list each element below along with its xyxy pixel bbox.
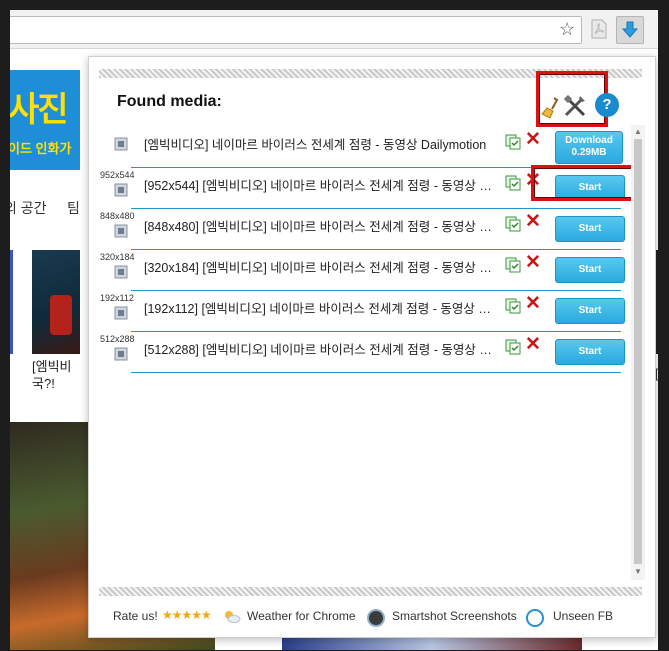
copy-link-icon[interactable]: [505, 216, 521, 232]
rating-stars[interactable]: ★★★★★: [162, 608, 212, 622]
start-button[interactable]: Start: [555, 257, 625, 283]
media-row: 192x112 [192x112] [엠빅비디오] 네이마르 바이러스 전세계 …: [89, 289, 629, 332]
unseen-fb-link[interactable]: Unseen FB: [553, 609, 613, 623]
page-thumbnail-edge: [10, 250, 13, 354]
media-row: 848x480 [848x480] [엠빅비디오] 네이마르 바이러스 전세계 …: [89, 207, 629, 250]
browser-window: ☆ 사진 이드 인화가 의 공간 팀 [엠빅비 국?! [ Found me: [10, 10, 658, 650]
media-name[interactable]: [952x544] [엠빅비디오] 네이마르 바이러스 전세계 점령 - 동영상…: [144, 175, 496, 194]
page-banner[interactable]: 사진 이드 인화가: [10, 70, 80, 170]
popup-scrollbar[interactable]: ▲ ▼: [631, 125, 645, 580]
screenshot-frame: ☆ 사진 이드 인화가 의 공간 팀 [엠빅비 국?! [ Found me: [0, 0, 669, 651]
delete-icon[interactable]: ✕: [525, 293, 541, 315]
pdf-extension-icon[interactable]: [590, 19, 608, 39]
media-resolution-label: 848x480: [100, 211, 135, 221]
popup-bottom-divider: [99, 587, 642, 596]
media-row: 320x184 [320x184] [엠빅비디오] 네이마르 바이러스 전세계 …: [89, 248, 629, 291]
copy-link-icon[interactable]: [505, 134, 521, 150]
delete-icon[interactable]: ✕: [525, 334, 541, 356]
start-button[interactable]: Start: [555, 298, 625, 324]
scroll-up-icon[interactable]: ▲: [634, 127, 642, 136]
broom-icon[interactable]: [541, 97, 561, 119]
page-nav-item-2[interactable]: 팀: [67, 198, 80, 218]
media-row: 952x544 [952x544] [엠빅비디오] 네이마르 바이러스 전세계 …: [89, 165, 639, 209]
media-row: 512x288 [512x288] [엠빅비디오] 네이마르 바이러스 전세계 …: [89, 330, 629, 373]
copy-link-icon[interactable]: [505, 257, 521, 273]
film-icon: [114, 347, 128, 361]
copy-link-icon[interactable]: [505, 298, 521, 314]
copy-link-icon[interactable]: [505, 339, 521, 355]
rate-us-link[interactable]: Rate us!: [113, 609, 158, 623]
bookmark-star-icon[interactable]: ☆: [559, 20, 575, 38]
browser-toolbar: ☆: [10, 10, 658, 49]
delete-icon[interactable]: ✕: [525, 211, 541, 233]
popup-title: Found media:: [117, 93, 222, 110]
help-icon[interactable]: ?: [595, 93, 619, 117]
media-name[interactable]: [848x480] [엠빅비디오] 네이마르 바이러스 전세계 점령 - 동영상…: [144, 216, 496, 235]
delete-icon[interactable]: ✕: [525, 252, 541, 274]
film-icon: [114, 137, 128, 151]
media-popup: Found media: ? [엠빅비디오] 네이마르 바이러스 전세계 점령 …: [88, 56, 656, 638]
video-thumbnail[interactable]: [32, 250, 80, 354]
media-name[interactable]: [512x288] [엠빅비디오] 네이마르 바이러스 전세계 점령 - 동영상…: [144, 339, 496, 358]
copy-link-icon[interactable]: [505, 175, 521, 191]
start-button[interactable]: Start: [555, 339, 625, 365]
film-icon: [114, 224, 128, 238]
media-resolution-label: 512x288: [100, 334, 135, 344]
film-icon: [114, 306, 128, 320]
start-button[interactable]: Start: [555, 216, 625, 242]
media-resolution-label: 320x184: [100, 252, 135, 262]
popup-footer: Rate us! ★★★★★ Weather for Chrome Smarts…: [89, 605, 655, 629]
unseen-fb-icon: [526, 609, 544, 627]
media-resolution-label: 192x112: [100, 293, 134, 303]
film-icon: [114, 265, 128, 279]
start-highlight-box: [531, 165, 639, 201]
smartshot-icon: [367, 609, 385, 627]
download-extension-icon[interactable]: [616, 16, 644, 44]
media-resolution-label: 952x544: [100, 170, 135, 180]
media-name[interactable]: [엠빅비디오] 네이마르 바이러스 전세계 점령 - 동영상 Dailymoti…: [144, 134, 496, 153]
tools-icon[interactable]: [562, 93, 588, 119]
media-row: [엠빅비디오] 네이마르 바이러스 전세계 점령 - 동영상 Dailymoti…: [89, 125, 629, 168]
weather-for-chrome-link[interactable]: Weather for Chrome: [247, 609, 356, 623]
media-name[interactable]: [192x112] [엠빅비디오] 네이마르 바이러스 전세계 점령 - 동영상…: [144, 298, 496, 317]
address-bar[interactable]: [10, 16, 582, 44]
video-caption[interactable]: [엠빅비 국?!: [32, 358, 72, 392]
row-separator: [131, 372, 621, 373]
scroll-down-icon[interactable]: ▼: [634, 567, 642, 576]
download-button[interactable]: Download 0.29MB: [555, 131, 623, 164]
scrollbar-thumb[interactable]: [634, 139, 642, 564]
film-icon: [114, 183, 128, 197]
page-nav-item[interactable]: 의 공간: [10, 198, 47, 218]
smartshot-screenshots-link[interactable]: Smartshot Screenshots: [392, 609, 517, 623]
weather-icon: [223, 609, 241, 623]
banner-title: 사진: [10, 91, 69, 129]
media-name[interactable]: [320x184] [엠빅비디오] 네이마르 바이러스 전세계 점령 - 동영상…: [144, 257, 496, 276]
banner-subtitle: 이드 인화가: [10, 141, 72, 156]
media-list: [엠빅비디오] 네이마르 바이러스 전세계 점령 - 동영상 Dailymoti…: [89, 125, 639, 580]
delete-icon[interactable]: ✕: [525, 129, 541, 151]
